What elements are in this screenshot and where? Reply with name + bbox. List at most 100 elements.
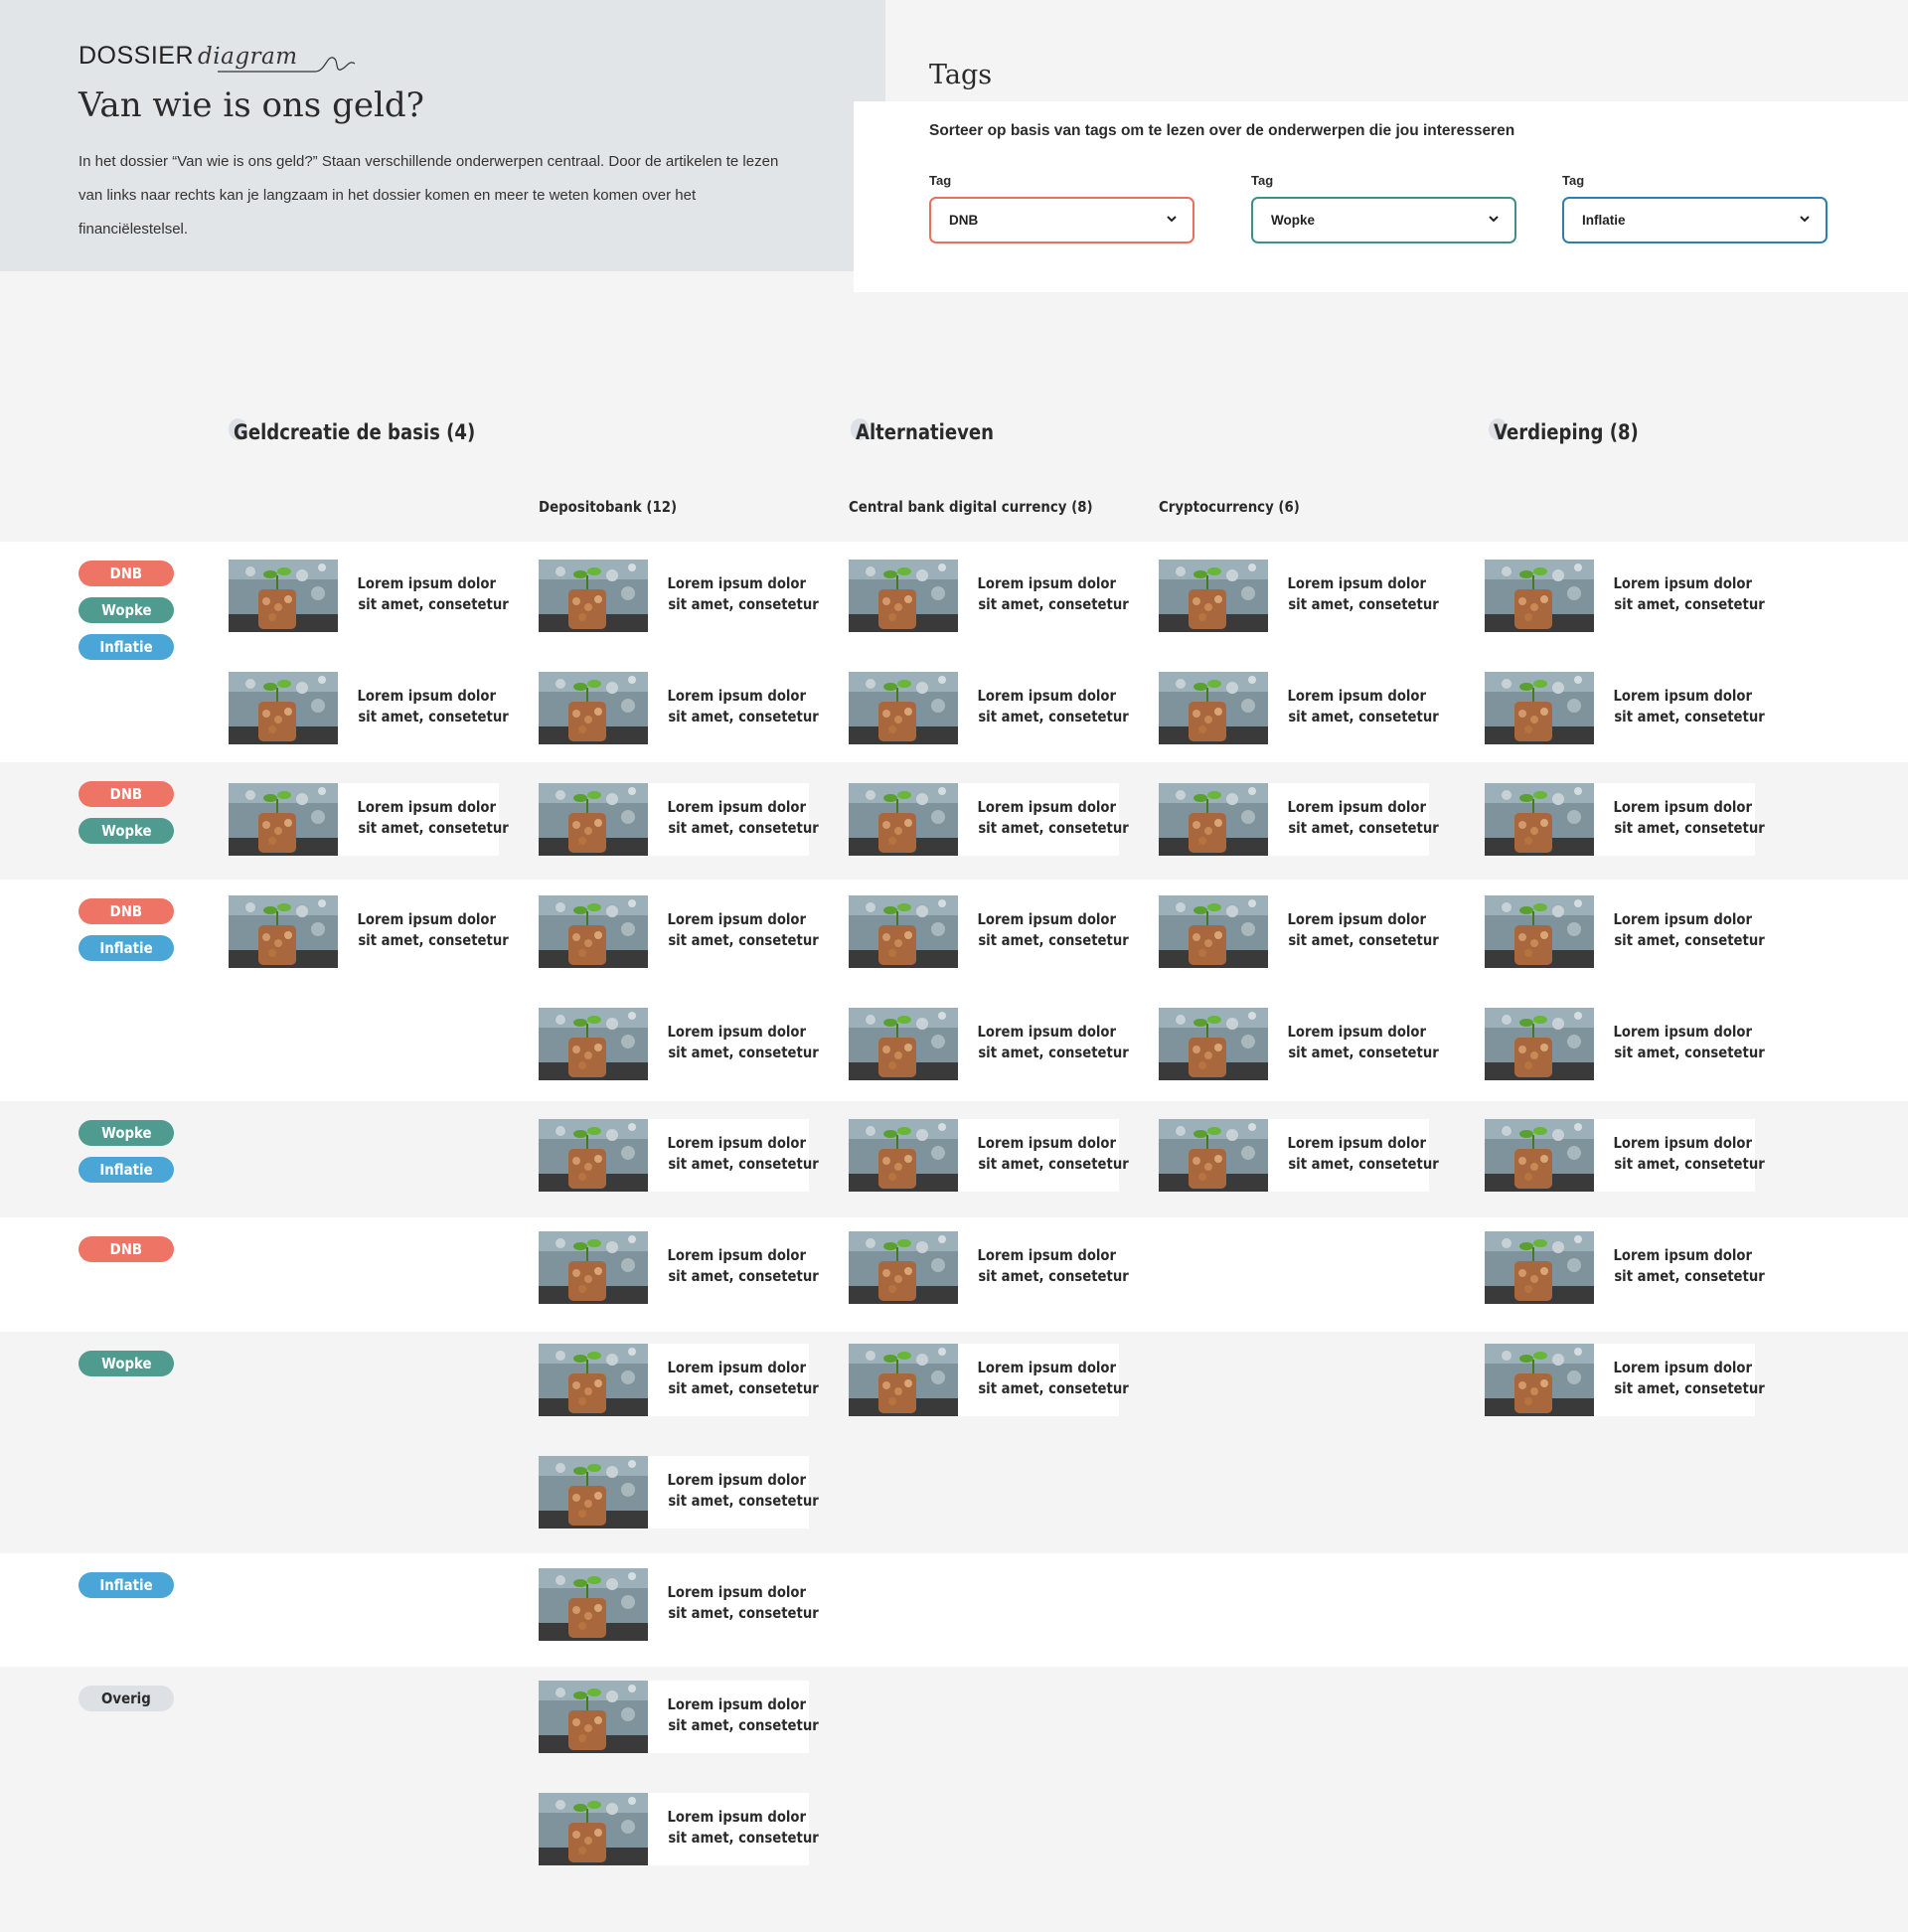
article-thumbnail bbox=[539, 1793, 648, 1865]
tag-select-value: Inflatie bbox=[1582, 213, 1626, 228]
tag-select-wopke[interactable]: Wopke bbox=[1251, 197, 1516, 243]
tag-pill-overig[interactable]: Overig bbox=[79, 1686, 174, 1711]
group-heading-verdieping[interactable]: Verdieping (8) bbox=[1488, 418, 1639, 444]
article-card[interactable]: Lorem ipsum dolor sit amet, consetetur bbox=[849, 1231, 1129, 1304]
article-card[interactable]: Lorem ipsum dolor sit amet, consetetur bbox=[1485, 560, 1765, 632]
article-card[interactable]: Lorem ipsum dolor sit amet, consetetur bbox=[229, 783, 509, 856]
article-card[interactable]: Lorem ipsum dolor sit amet, consetetur bbox=[539, 1231, 819, 1304]
article-title: Lorem ipsum dolor sit amet, consetetur bbox=[1613, 798, 1765, 837]
tag-pill-inflatie[interactable]: Inflatie bbox=[79, 634, 174, 660]
intro-panel: DOSSIER diagram Van wie is ons geld? In h… bbox=[0, 0, 885, 271]
coin-jar-plant-icon bbox=[1485, 1231, 1594, 1304]
column-heading-depositobank[interactable]: Depositobank (12) bbox=[539, 498, 677, 516]
article-title: Lorem ipsum dolor sit amet, consetetur bbox=[1287, 798, 1439, 837]
article-thumbnail bbox=[849, 1231, 958, 1304]
article-title: Lorem ipsum dolor sit amet, consetetur bbox=[667, 687, 819, 725]
article-card[interactable]: Lorem ipsum dolor sit amet, consetetur bbox=[1485, 1231, 1765, 1304]
intro-text: In het dossier “Van wie is ons geld?” St… bbox=[79, 153, 779, 238]
article-card[interactable]: Lorem ipsum dolor sit amet, consetetur bbox=[849, 560, 1129, 632]
article-card[interactable]: Lorem ipsum dolor sit amet, consetetur bbox=[539, 1456, 819, 1529]
article-title: Lorem ipsum dolor sit amet, consetetur bbox=[357, 910, 509, 949]
tag-pill-wopke[interactable]: Wopke bbox=[79, 1120, 174, 1146]
coin-jar-plant-icon bbox=[539, 1119, 648, 1192]
article-title: Lorem ipsum dolor sit amet, consetetur bbox=[1287, 910, 1439, 949]
article-card[interactable]: Lorem ipsum dolor sit amet, consetetur bbox=[539, 672, 819, 744]
article-card[interactable]: Lorem ipsum dolor sit amet, consetetur bbox=[849, 1344, 1129, 1416]
article-card[interactable]: Lorem ipsum dolor sit amet, consetetur bbox=[1159, 783, 1439, 856]
article-card[interactable]: Lorem ipsum dolor sit amet, consetetur bbox=[229, 560, 509, 632]
article-card[interactable]: Lorem ipsum dolor sit amet, consetetur bbox=[849, 783, 1129, 856]
article-card[interactable]: Lorem ipsum dolor sit amet, consetetur bbox=[849, 672, 1129, 744]
article-card[interactable]: Lorem ipsum dolor sit amet, consetetur bbox=[1485, 1008, 1765, 1080]
tag-pill-inflatie[interactable]: Inflatie bbox=[79, 1572, 174, 1598]
article-card[interactable]: Lorem ipsum dolor sit amet, consetetur bbox=[1485, 1119, 1765, 1192]
article-thumbnail bbox=[1485, 1344, 1594, 1416]
article-title: Lorem ipsum dolor sit amet, consetetur bbox=[667, 1134, 819, 1173]
group-heading-alternatieven[interactable]: Alternatieven bbox=[850, 418, 994, 444]
article-card[interactable]: Lorem ipsum dolor sit amet, consetetur bbox=[539, 1008, 819, 1080]
article-title: Lorem ipsum dolor sit amet, consetetur bbox=[667, 1808, 819, 1847]
tag-pill-dnb[interactable]: DNB bbox=[79, 781, 174, 807]
tag-pill-dnb[interactable]: DNB bbox=[79, 1236, 174, 1262]
coin-jar-plant-icon bbox=[849, 1344, 958, 1416]
article-title: Lorem ipsum dolor sit amet, consetetur bbox=[667, 798, 819, 837]
article-card[interactable]: Lorem ipsum dolor sit amet, consetetur bbox=[229, 895, 509, 968]
coin-jar-plant-icon bbox=[1485, 1008, 1594, 1080]
article-thumbnail bbox=[539, 1008, 648, 1080]
tag-pill-wopke[interactable]: Wopke bbox=[79, 1351, 174, 1376]
article-thumbnail bbox=[1159, 1119, 1268, 1192]
group-heading-geldcreatie[interactable]: Geldcreatie de basis (4) bbox=[228, 418, 475, 444]
coin-jar-plant-icon bbox=[539, 1008, 648, 1080]
article-card[interactable]: Lorem ipsum dolor sit amet, consetetur bbox=[1485, 895, 1765, 968]
chevron-down-icon bbox=[1489, 216, 1499, 223]
article-card[interactable]: Lorem ipsum dolor sit amet, consetetur bbox=[1485, 672, 1765, 744]
page: DOSSIER diagram Van wie is ons geld? In h… bbox=[0, 0, 1908, 1932]
article-card[interactable]: Lorem ipsum dolor sit amet, consetetur bbox=[229, 672, 509, 744]
coin-jar-plant-icon bbox=[229, 783, 338, 856]
coin-jar-plant-icon bbox=[849, 1119, 958, 1192]
article-thumbnail bbox=[539, 1456, 648, 1529]
article-thumbnail bbox=[229, 672, 338, 744]
article-title: Lorem ipsum dolor sit amet, consetetur bbox=[977, 574, 1129, 613]
tag-pill-wopke[interactable]: Wopke bbox=[79, 818, 174, 844]
article-card[interactable]: Lorem ipsum dolor sit amet, consetetur bbox=[1159, 560, 1439, 632]
article-card[interactable]: Lorem ipsum dolor sit amet, consetetur bbox=[1485, 783, 1765, 856]
article-title: Lorem ipsum dolor sit amet, consetetur bbox=[1613, 574, 1765, 613]
coin-jar-plant-icon bbox=[849, 560, 958, 632]
tag-pill-dnb[interactable]: DNB bbox=[79, 898, 174, 924]
article-card[interactable]: Lorem ipsum dolor sit amet, consetetur bbox=[849, 895, 1129, 968]
tag-pill-inflatie[interactable]: Inflatie bbox=[79, 935, 174, 961]
coin-jar-plant-icon bbox=[229, 560, 338, 632]
article-card[interactable]: Lorem ipsum dolor sit amet, consetetur bbox=[539, 1681, 819, 1753]
group-heading-label: Alternatieven bbox=[856, 420, 994, 444]
tag-pill-wopke[interactable]: Wopke bbox=[79, 597, 174, 623]
article-card[interactable]: Lorem ipsum dolor sit amet, consetetur bbox=[1159, 1119, 1439, 1192]
article-card[interactable]: Lorem ipsum dolor sit amet, consetetur bbox=[539, 1119, 819, 1192]
article-card[interactable]: Lorem ipsum dolor sit amet, consetetur bbox=[539, 1568, 819, 1641]
coin-jar-plant-icon bbox=[539, 895, 648, 968]
tag-pill-inflatie[interactable]: Inflatie bbox=[79, 1157, 174, 1183]
tag-pill-dnb[interactable]: DNB bbox=[79, 561, 174, 586]
tag-row bbox=[0, 1667, 1908, 1932]
article-card[interactable]: Lorem ipsum dolor sit amet, consetetur bbox=[1159, 672, 1439, 744]
article-card[interactable]: Lorem ipsum dolor sit amet, consetetur bbox=[539, 1793, 819, 1865]
article-card[interactable]: Lorem ipsum dolor sit amet, consetetur bbox=[1485, 1344, 1765, 1416]
article-card[interactable]: Lorem ipsum dolor sit amet, consetetur bbox=[539, 783, 819, 856]
article-card[interactable]: Lorem ipsum dolor sit amet, consetetur bbox=[539, 1344, 819, 1416]
tag-select-value: DNB bbox=[949, 213, 979, 228]
article-card[interactable]: Lorem ipsum dolor sit amet, consetetur bbox=[1159, 895, 1439, 968]
article-card[interactable]: Lorem ipsum dolor sit amet, consetetur bbox=[849, 1008, 1129, 1080]
tag-select-inflatie[interactable]: Inflatie bbox=[1562, 197, 1828, 243]
article-card[interactable]: Lorem ipsum dolor sit amet, consetetur bbox=[1159, 1008, 1439, 1080]
article-title: Lorem ipsum dolor sit amet, consetetur bbox=[667, 1023, 819, 1061]
coin-jar-plant-icon bbox=[1485, 895, 1594, 968]
column-heading-cbdc[interactable]: Central bank digital currency (8) bbox=[849, 498, 1093, 516]
coin-jar-plant-icon bbox=[539, 783, 648, 856]
article-card[interactable]: Lorem ipsum dolor sit amet, consetetur bbox=[849, 1119, 1129, 1192]
article-card[interactable]: Lorem ipsum dolor sit amet, consetetur bbox=[539, 895, 819, 968]
tag-select-dnb[interactable]: DNB bbox=[929, 197, 1194, 243]
article-card[interactable]: Lorem ipsum dolor sit amet, consetetur bbox=[539, 560, 819, 632]
article-thumbnail bbox=[539, 895, 648, 968]
column-heading-cryptocurrency[interactable]: Cryptocurrency (6) bbox=[1159, 498, 1300, 516]
article-title: Lorem ipsum dolor sit amet, consetetur bbox=[667, 1695, 819, 1734]
